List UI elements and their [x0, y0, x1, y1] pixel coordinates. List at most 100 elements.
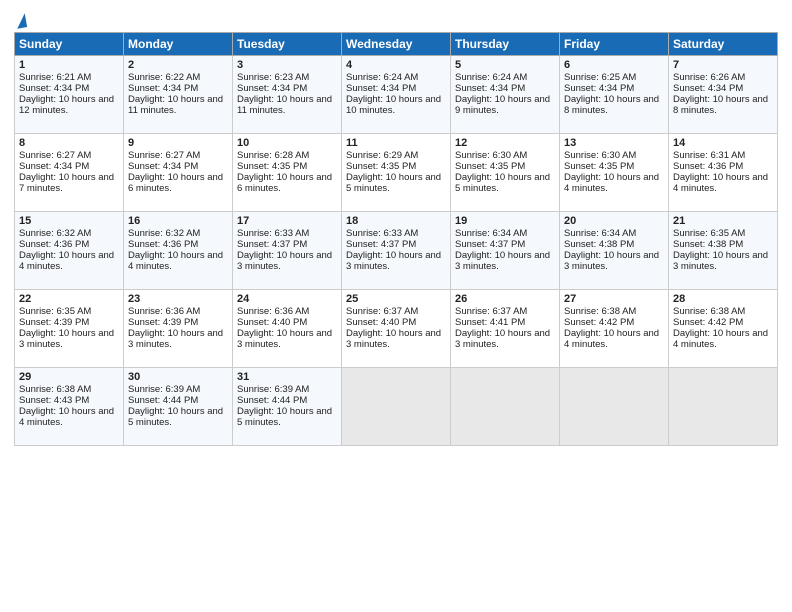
calendar-cell: 3Sunrise: 6:23 AMSunset: 4:34 PMDaylight…: [233, 56, 342, 134]
calendar-header-saturday: Saturday: [669, 33, 778, 56]
sunrise-label: Sunrise: 6:37 AM: [455, 306, 527, 317]
sunset-label: Sunset: 4:37 PM: [455, 239, 525, 250]
daylight-label: Daylight: 10 hours and 5 minutes.: [237, 406, 332, 428]
daylight-label: Daylight: 10 hours and 3 minutes.: [237, 250, 332, 272]
calendar-header-wednesday: Wednesday: [342, 33, 451, 56]
daylight-label: Daylight: 10 hours and 4 minutes.: [19, 250, 114, 272]
calendar-cell: [451, 368, 560, 446]
daylight-label: Daylight: 10 hours and 6 minutes.: [128, 172, 223, 194]
calendar-cell: 4Sunrise: 6:24 AMSunset: 4:34 PMDaylight…: [342, 56, 451, 134]
calendar-cell: 7Sunrise: 6:26 AMSunset: 4:34 PMDaylight…: [669, 56, 778, 134]
daylight-label: Daylight: 10 hours and 5 minutes.: [346, 172, 441, 194]
sunrise-label: Sunrise: 6:27 AM: [128, 150, 200, 161]
calendar-cell: 18Sunrise: 6:33 AMSunset: 4:37 PMDayligh…: [342, 212, 451, 290]
header: [14, 10, 778, 28]
daylight-label: Daylight: 10 hours and 3 minutes.: [455, 250, 550, 272]
daylight-label: Daylight: 10 hours and 12 minutes.: [19, 94, 114, 116]
day-number: 27: [564, 293, 664, 305]
sunrise-label: Sunrise: 6:32 AM: [128, 228, 200, 239]
calendar-table: SundayMondayTuesdayWednesdayThursdayFrid…: [14, 32, 778, 446]
sunrise-label: Sunrise: 6:33 AM: [237, 228, 309, 239]
calendar-cell: [342, 368, 451, 446]
sunrise-label: Sunrise: 6:29 AM: [346, 150, 418, 161]
sunset-label: Sunset: 4:36 PM: [128, 239, 198, 250]
day-number: 6: [564, 59, 664, 71]
daylight-label: Daylight: 10 hours and 5 minutes.: [128, 406, 223, 428]
sunset-label: Sunset: 4:35 PM: [455, 161, 525, 172]
day-number: 21: [673, 215, 773, 227]
sunset-label: Sunset: 4:34 PM: [128, 161, 198, 172]
calendar-cell: 26Sunrise: 6:37 AMSunset: 4:41 PMDayligh…: [451, 290, 560, 368]
sunset-label: Sunset: 4:34 PM: [564, 83, 634, 94]
day-number: 17: [237, 215, 337, 227]
sunrise-label: Sunrise: 6:23 AM: [237, 72, 309, 83]
calendar-cell: 21Sunrise: 6:35 AMSunset: 4:38 PMDayligh…: [669, 212, 778, 290]
daylight-label: Daylight: 10 hours and 4 minutes.: [128, 250, 223, 272]
daylight-label: Daylight: 10 hours and 3 minutes.: [346, 250, 441, 272]
day-number: 5: [455, 59, 555, 71]
sunrise-label: Sunrise: 6:24 AM: [455, 72, 527, 83]
calendar-cell: [669, 368, 778, 446]
sunrise-label: Sunrise: 6:34 AM: [455, 228, 527, 239]
day-number: 31: [237, 371, 337, 383]
calendar-cell: 29Sunrise: 6:38 AMSunset: 4:43 PMDayligh…: [15, 368, 124, 446]
logo-arrow-icon: [15, 13, 27, 29]
sunset-label: Sunset: 4:39 PM: [128, 317, 198, 328]
calendar-cell: 20Sunrise: 6:34 AMSunset: 4:38 PMDayligh…: [560, 212, 669, 290]
sunset-label: Sunset: 4:40 PM: [346, 317, 416, 328]
calendar-cell: 25Sunrise: 6:37 AMSunset: 4:40 PMDayligh…: [342, 290, 451, 368]
sunset-label: Sunset: 4:34 PM: [673, 83, 743, 94]
daylight-label: Daylight: 10 hours and 3 minutes.: [128, 328, 223, 350]
sunrise-label: Sunrise: 6:28 AM: [237, 150, 309, 161]
sunset-label: Sunset: 4:34 PM: [19, 83, 89, 94]
calendar-cell: 23Sunrise: 6:36 AMSunset: 4:39 PMDayligh…: [124, 290, 233, 368]
calendar-cell: [560, 368, 669, 446]
sunrise-label: Sunrise: 6:36 AM: [237, 306, 309, 317]
calendar-cell: 31Sunrise: 6:39 AMSunset: 4:44 PMDayligh…: [233, 368, 342, 446]
day-number: 28: [673, 293, 773, 305]
sunset-label: Sunset: 4:43 PM: [19, 395, 89, 406]
daylight-label: Daylight: 10 hours and 4 minutes.: [673, 172, 768, 194]
daylight-label: Daylight: 10 hours and 8 minutes.: [673, 94, 768, 116]
sunrise-label: Sunrise: 6:21 AM: [19, 72, 91, 83]
calendar-cell: 16Sunrise: 6:32 AMSunset: 4:36 PMDayligh…: [124, 212, 233, 290]
daylight-label: Daylight: 10 hours and 8 minutes.: [564, 94, 659, 116]
calendar-week-row: 22Sunrise: 6:35 AMSunset: 4:39 PMDayligh…: [15, 290, 778, 368]
sunset-label: Sunset: 4:34 PM: [346, 83, 416, 94]
calendar-header-sunday: Sunday: [15, 33, 124, 56]
daylight-label: Daylight: 10 hours and 3 minutes.: [564, 250, 659, 272]
daylight-label: Daylight: 10 hours and 6 minutes.: [237, 172, 332, 194]
calendar-cell: 15Sunrise: 6:32 AMSunset: 4:36 PMDayligh…: [15, 212, 124, 290]
calendar-cell: 10Sunrise: 6:28 AMSunset: 4:35 PMDayligh…: [233, 134, 342, 212]
day-number: 24: [237, 293, 337, 305]
calendar-cell: 28Sunrise: 6:38 AMSunset: 4:42 PMDayligh…: [669, 290, 778, 368]
sunrise-label: Sunrise: 6:39 AM: [128, 384, 200, 395]
calendar-cell: 17Sunrise: 6:33 AMSunset: 4:37 PMDayligh…: [233, 212, 342, 290]
calendar-cell: 5Sunrise: 6:24 AMSunset: 4:34 PMDaylight…: [451, 56, 560, 134]
calendar-header-monday: Monday: [124, 33, 233, 56]
calendar-cell: 9Sunrise: 6:27 AMSunset: 4:34 PMDaylight…: [124, 134, 233, 212]
sunset-label: Sunset: 4:34 PM: [128, 83, 198, 94]
calendar-cell: 22Sunrise: 6:35 AMSunset: 4:39 PMDayligh…: [15, 290, 124, 368]
sunrise-label: Sunrise: 6:32 AM: [19, 228, 91, 239]
day-number: 19: [455, 215, 555, 227]
daylight-label: Daylight: 10 hours and 11 minutes.: [128, 94, 223, 116]
sunrise-label: Sunrise: 6:22 AM: [128, 72, 200, 83]
calendar-header-thursday: Thursday: [451, 33, 560, 56]
day-number: 4: [346, 59, 446, 71]
sunrise-label: Sunrise: 6:38 AM: [19, 384, 91, 395]
sunrise-label: Sunrise: 6:38 AM: [673, 306, 745, 317]
calendar-cell: 13Sunrise: 6:30 AMSunset: 4:35 PMDayligh…: [560, 134, 669, 212]
day-number: 26: [455, 293, 555, 305]
logo: [14, 14, 26, 28]
sunset-label: Sunset: 4:34 PM: [19, 161, 89, 172]
sunrise-label: Sunrise: 6:26 AM: [673, 72, 745, 83]
day-number: 23: [128, 293, 228, 305]
daylight-label: Daylight: 10 hours and 10 minutes.: [346, 94, 441, 116]
day-number: 16: [128, 215, 228, 227]
daylight-label: Daylight: 10 hours and 7 minutes.: [19, 172, 114, 194]
calendar-week-row: 1Sunrise: 6:21 AMSunset: 4:34 PMDaylight…: [15, 56, 778, 134]
day-number: 1: [19, 59, 119, 71]
sunrise-label: Sunrise: 6:33 AM: [346, 228, 418, 239]
sunset-label: Sunset: 4:35 PM: [346, 161, 416, 172]
